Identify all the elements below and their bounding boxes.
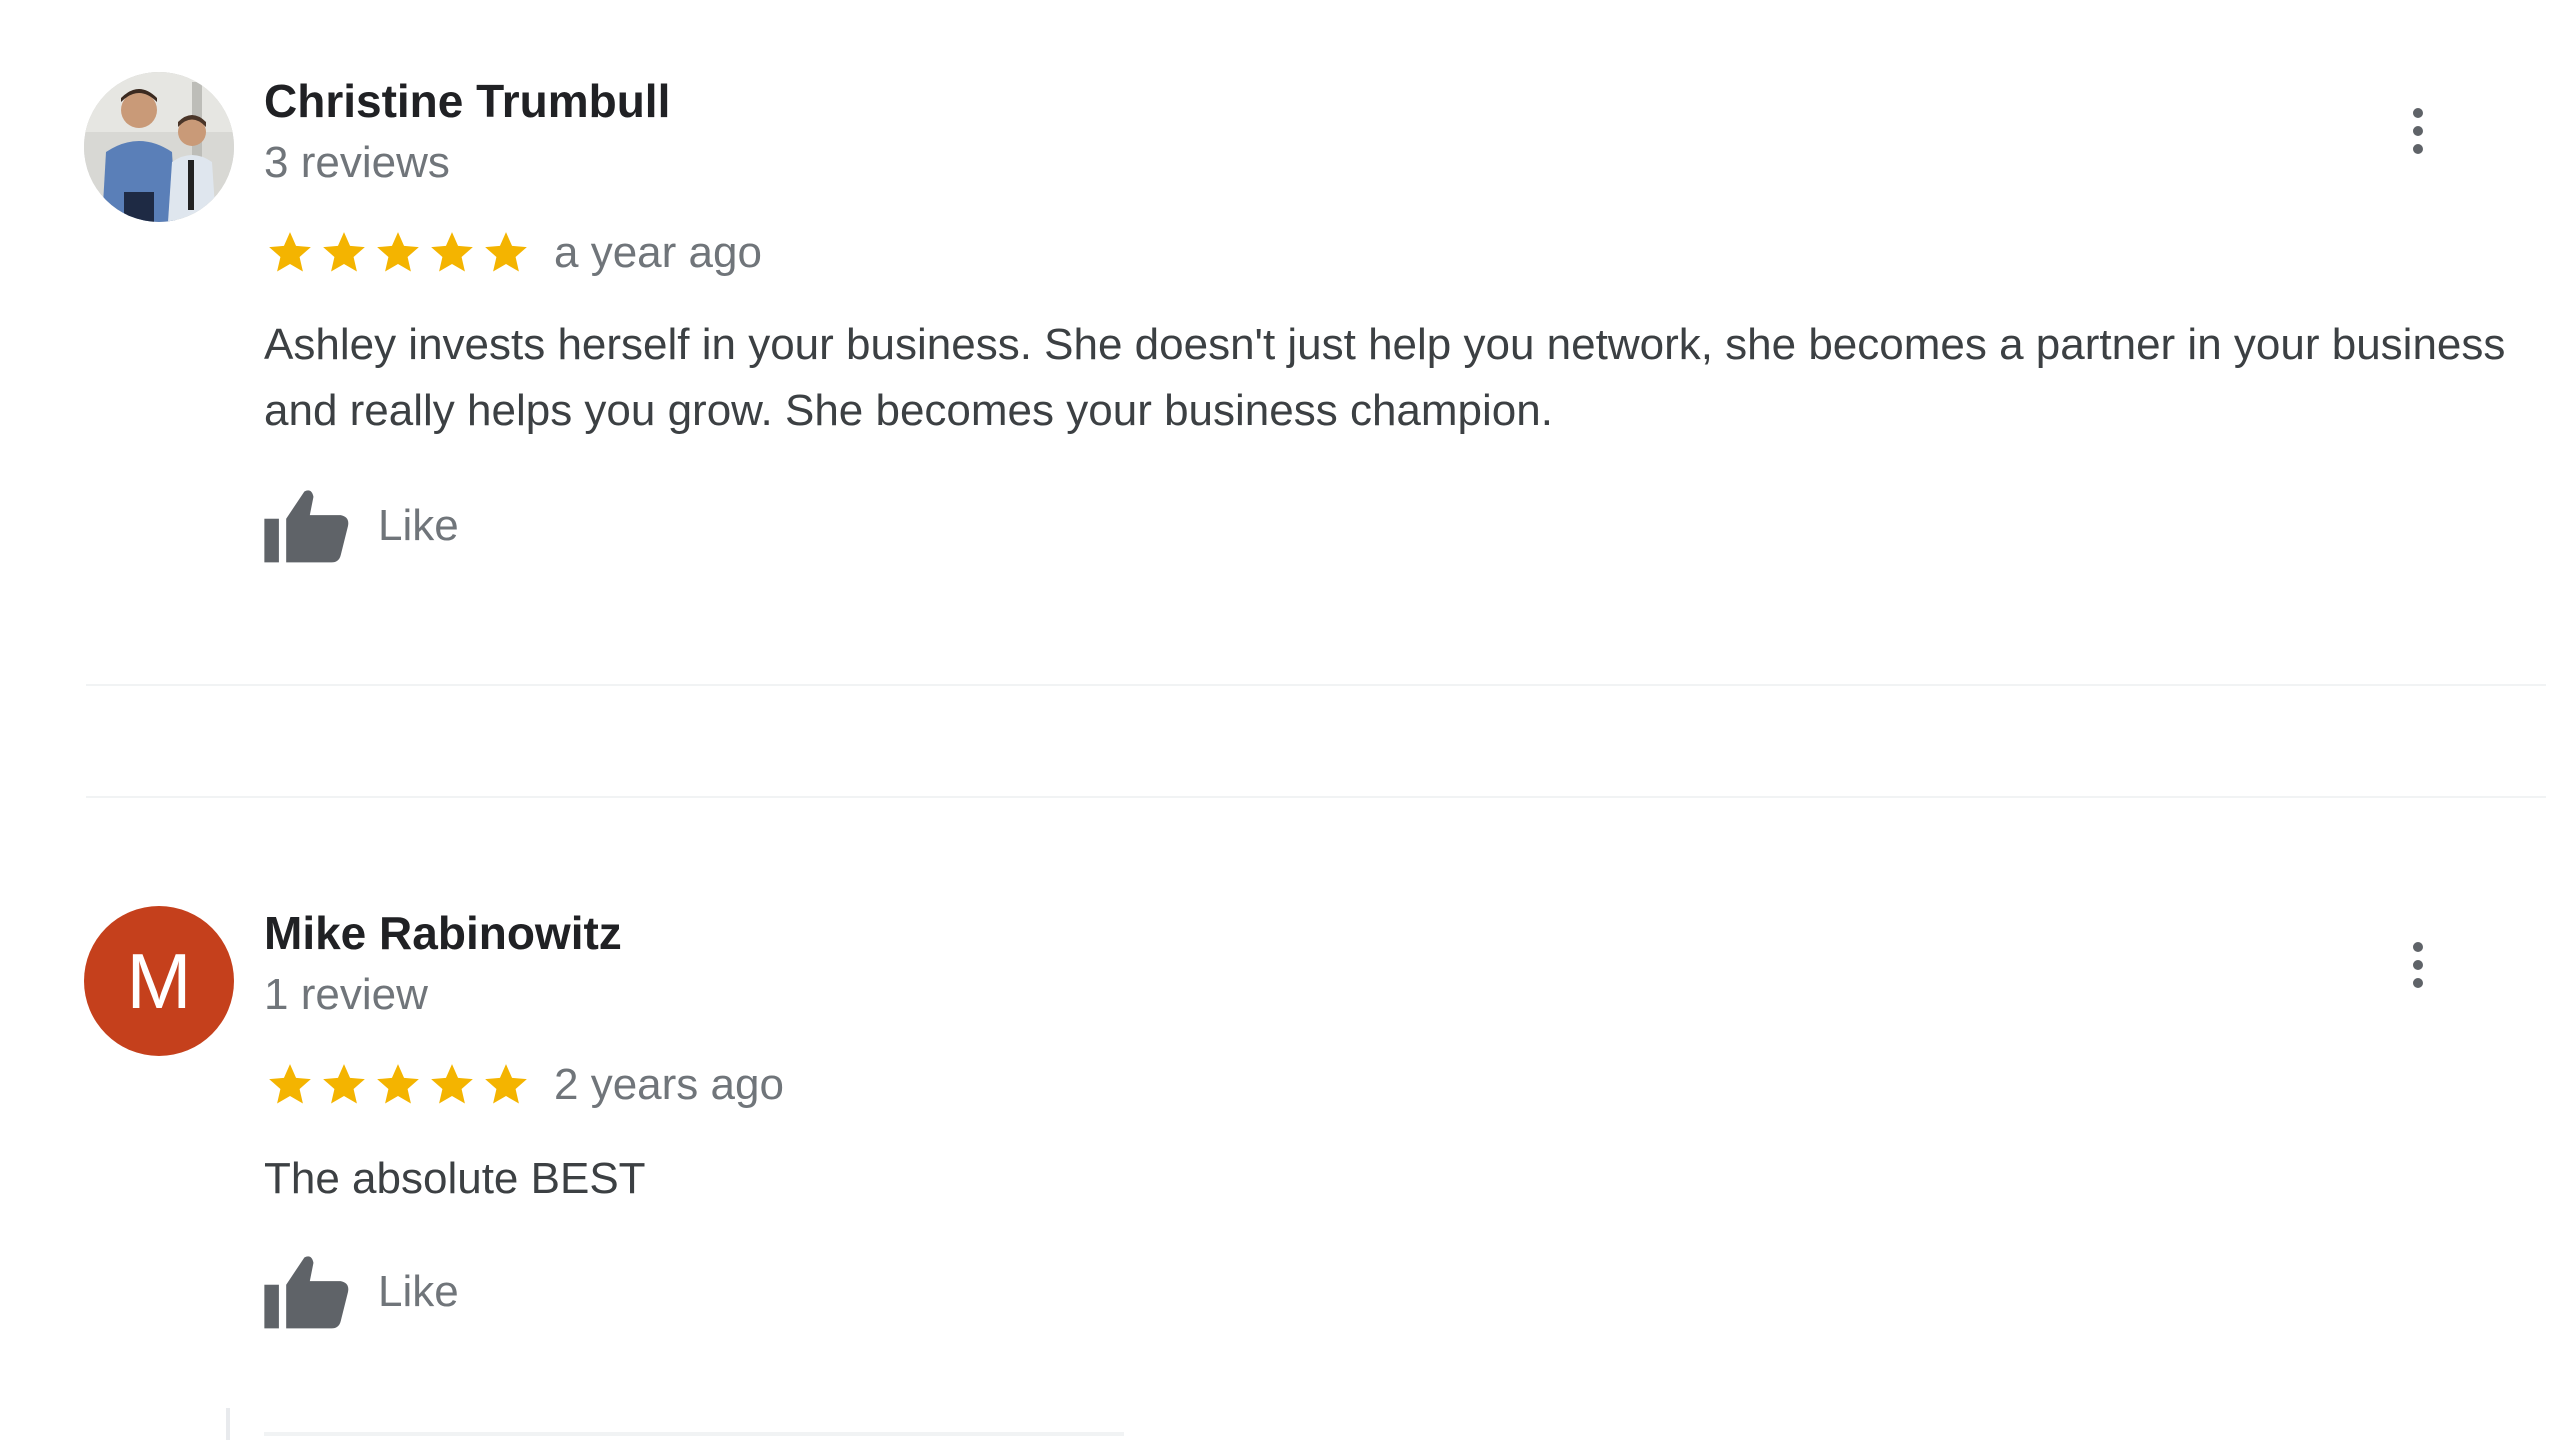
reviewer-name[interactable]: Mike Rabinowitz [264, 906, 622, 960]
reviewer-review-count[interactable]: 1 review [264, 970, 428, 1020]
star-icon [431, 1064, 473, 1104]
like-button[interactable]: Like [264, 486, 459, 566]
more-options-button[interactable] [2398, 930, 2438, 1000]
star-icon [377, 1064, 419, 1104]
star-icon [269, 1064, 311, 1104]
review-time: a year ago [554, 228, 762, 277]
review-text: The absolute BEST [264, 1154, 646, 1203]
star-icon [323, 1064, 365, 1104]
thumbs-up-icon [264, 1256, 349, 1329]
review-text: Ashley invests herself in your business.… [264, 320, 2506, 435]
like-label: Like [378, 1267, 459, 1316]
star-icon [485, 1064, 527, 1104]
star-rating [264, 228, 532, 278]
more-options-button[interactable] [2398, 96, 2438, 166]
star-icon [485, 232, 527, 272]
avatar-letter: M [126, 936, 192, 1025]
thumbs-up-icon [264, 490, 349, 563]
cut-off-content [264, 1432, 1124, 1436]
review-time: 2 years ago [554, 1060, 784, 1109]
star-icon [377, 232, 419, 272]
star-icon [431, 232, 473, 272]
more-vert-icon [2413, 108, 2423, 118]
like-label: Like [378, 501, 459, 550]
star-icon [269, 232, 311, 272]
reviewer-name[interactable]: Christine Trumbull [264, 74, 670, 128]
divider [86, 684, 2546, 686]
divider [86, 796, 2546, 798]
reviewer-avatar[interactable]: M [84, 906, 234, 1056]
reviewer-review-count[interactable]: 3 reviews [264, 138, 450, 188]
reviewer-avatar[interactable] [84, 72, 234, 222]
like-button[interactable]: Like [264, 1252, 459, 1332]
star-icon [323, 232, 365, 272]
reviews-page: Christine Trumbull 3 reviews a year ago … [0, 0, 2560, 1440]
star-rating [264, 1060, 532, 1110]
owner-response-bar [226, 1408, 230, 1440]
more-vert-icon [2413, 942, 2423, 952]
